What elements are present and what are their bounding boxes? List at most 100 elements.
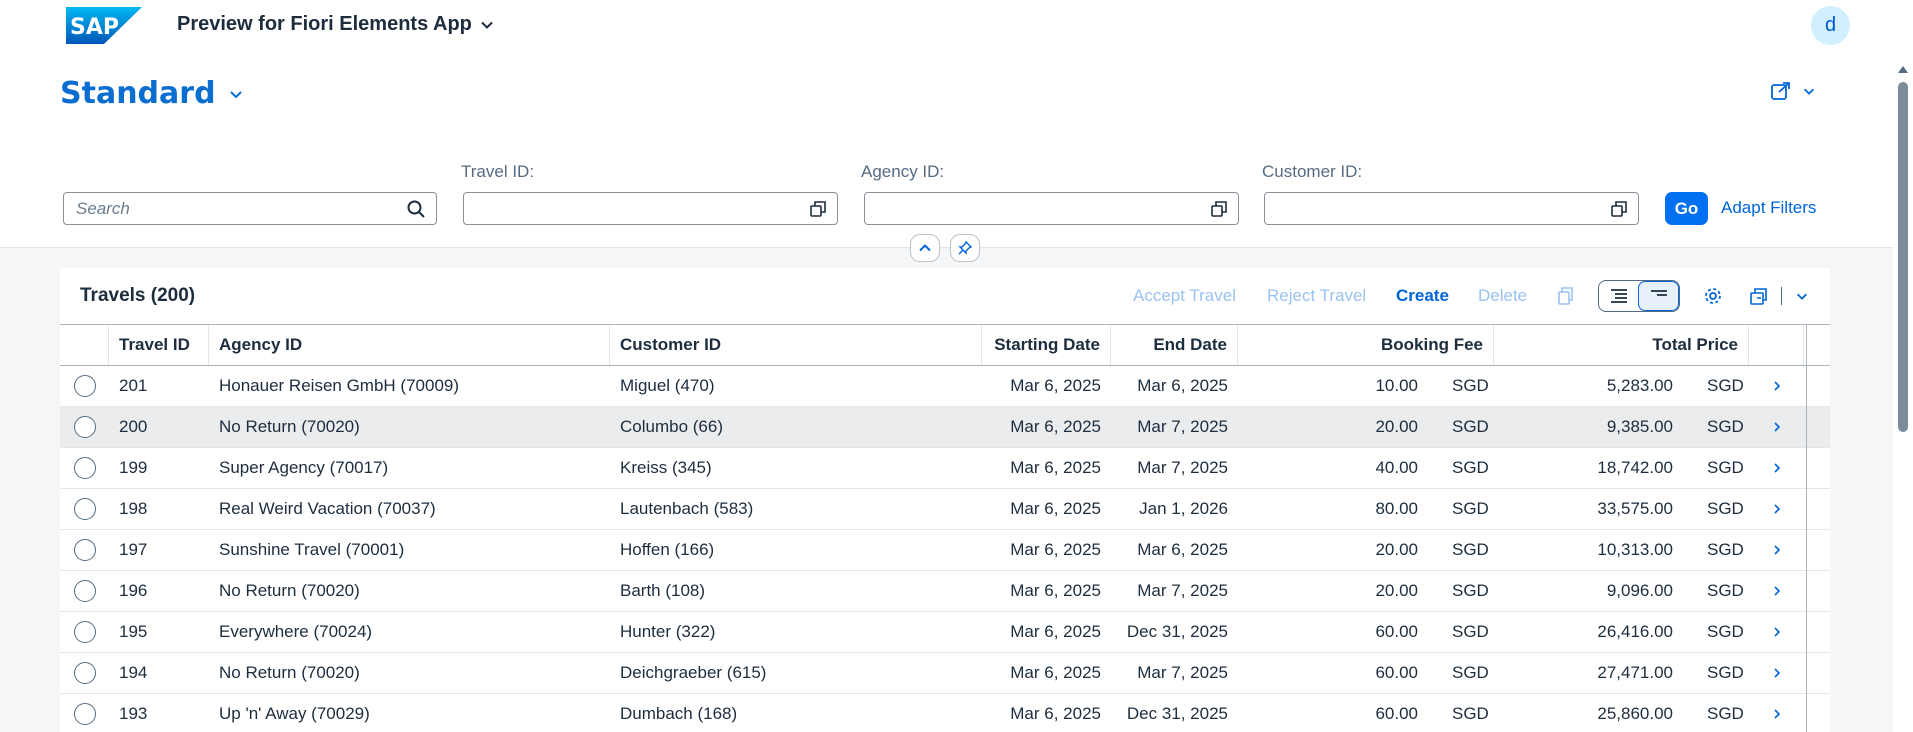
collapse-header-button[interactable] bbox=[910, 234, 940, 262]
row-selector bbox=[60, 407, 109, 447]
end-date-cell: Mar 7, 2025 bbox=[1137, 458, 1228, 477]
scrollbar-thumb[interactable] bbox=[1898, 82, 1908, 432]
table-settings-button[interactable] bbox=[1700, 281, 1726, 311]
column-header[interactable]: Total Price bbox=[1494, 325, 1749, 365]
page-scrollbar[interactable] bbox=[1893, 0, 1913, 732]
row-radio-button[interactable] bbox=[73, 621, 96, 643]
row-radio-button[interactable] bbox=[73, 498, 96, 520]
value-help-icon[interactable] bbox=[1610, 200, 1628, 218]
table-row[interactable]: 194 No Return (70020) Deichgraeber (615) Ma… bbox=[60, 653, 1830, 694]
table-row[interactable]: 200 No Return (70020) Columbo (66) Mar 6, 2… bbox=[60, 407, 1830, 448]
total-price-cell: 27,471.00 SGD bbox=[1494, 653, 1749, 693]
table-row[interactable]: 193 Up 'n' Away (70029) Dumbach (168) Mar 6… bbox=[60, 694, 1830, 732]
customer-id-cell: Hunter (322) bbox=[620, 622, 716, 641]
adapt-filters-button[interactable]: Adapt Filters bbox=[1721, 198, 1816, 218]
export-menu-button[interactable] bbox=[1792, 281, 1812, 311]
agency-id-cell: Super Agency (70017) bbox=[219, 458, 389, 477]
row-radio-button[interactable] bbox=[73, 539, 96, 561]
table-row[interactable]: 201 Honauer Reisen GmbH (70009) Miguel (47… bbox=[60, 366, 1830, 407]
column-header[interactable]: Travel ID bbox=[109, 325, 209, 365]
condensed-view-button[interactable] bbox=[1599, 281, 1638, 311]
booking-fee-cell: 60.00 SGD bbox=[1238, 612, 1494, 652]
starting-date-cell: Mar 6, 2025 bbox=[1010, 581, 1101, 600]
row-radio-button[interactable] bbox=[73, 703, 96, 725]
search-input[interactable] bbox=[76, 198, 406, 219]
customer-id-input[interactable] bbox=[1265, 193, 1610, 224]
row-navigation[interactable] bbox=[1749, 366, 1804, 406]
total-price-amount: 27,471.00 bbox=[1597, 663, 1673, 682]
customer-id-cell: Miguel (470) bbox=[620, 376, 715, 395]
column-header[interactable]: Agency ID bbox=[209, 325, 610, 365]
delete-button[interactable]: Delete bbox=[1478, 286, 1527, 306]
column-header[interactable]: Booking Fee bbox=[1238, 325, 1494, 365]
row-radio-button[interactable] bbox=[73, 662, 96, 684]
page-header: Standard Travel ID: Agency ID: Customer … bbox=[0, 50, 1893, 248]
table-row[interactable]: 199 Super Agency (70017) Kreiss (345) Mar 6… bbox=[60, 448, 1830, 489]
app-title-menu[interactable]: Preview for Fiori Elements App bbox=[177, 13, 494, 36]
travel-id-input[interactable] bbox=[464, 193, 809, 224]
customer-id-field[interactable] bbox=[1264, 192, 1639, 225]
expanded-view-button[interactable] bbox=[1638, 281, 1679, 311]
row-navigation[interactable] bbox=[1749, 407, 1804, 447]
table-row[interactable]: 197 Sunshine Travel (70001) Hoffen (166) Ma… bbox=[60, 530, 1830, 571]
reject-travel-button[interactable]: Reject Travel bbox=[1267, 286, 1366, 306]
end-date-cell: Mar 7, 2025 bbox=[1137, 581, 1228, 600]
go-button[interactable]: Go bbox=[1665, 192, 1708, 225]
booking-fee-currency: SGD bbox=[1452, 417, 1489, 436]
chevron-down-icon bbox=[1797, 293, 1807, 300]
row-navigation[interactable] bbox=[1749, 694, 1804, 732]
row-radio-button[interactable] bbox=[73, 457, 96, 479]
row-selector bbox=[60, 694, 109, 732]
table-row[interactable]: 195 Everywhere (70024) Hunter (322) Mar 6, … bbox=[60, 612, 1830, 653]
row-radio-button[interactable] bbox=[73, 375, 96, 397]
user-avatar[interactable]: d bbox=[1811, 6, 1850, 45]
travel-id-field[interactable] bbox=[463, 192, 838, 225]
column-header[interactable]: Starting Date bbox=[982, 325, 1111, 365]
row-radio-button[interactable] bbox=[73, 580, 96, 602]
total-price-amount: 5,283.00 bbox=[1606, 376, 1673, 395]
row-radio-button[interactable] bbox=[73, 416, 96, 438]
row-selector bbox=[60, 489, 109, 529]
end-date-cell: Mar 7, 2025 bbox=[1137, 663, 1228, 682]
total-price-cell: 5,283.00 SGD bbox=[1494, 366, 1749, 406]
row-navigation[interactable] bbox=[1749, 571, 1804, 611]
total-price-currency: SGD bbox=[1707, 581, 1744, 600]
row-navigation[interactable] bbox=[1749, 489, 1804, 529]
booking-fee-amount: 60.00 bbox=[1375, 704, 1418, 723]
total-price-currency: SGD bbox=[1707, 663, 1744, 682]
copy-button[interactable] bbox=[1552, 281, 1578, 311]
nav-arrow-icon bbox=[1773, 709, 1780, 719]
column-header[interactable]: End Date bbox=[1111, 325, 1238, 365]
row-navigation[interactable] bbox=[1749, 653, 1804, 693]
table-row[interactable]: 198 Real Weird Vacation (70037) Lautenbach… bbox=[60, 489, 1830, 530]
table-row[interactable]: 196 No Return (70020) Barth (108) Mar 6, 20… bbox=[60, 571, 1830, 612]
scroll-up-icon[interactable] bbox=[1898, 66, 1908, 73]
density-toggle bbox=[1598, 280, 1680, 312]
search-field[interactable] bbox=[63, 192, 437, 225]
agency-id-cell: Up 'n' Away (70029) bbox=[219, 704, 370, 723]
column-header[interactable]: Customer ID bbox=[610, 325, 982, 365]
agency-id-field[interactable] bbox=[864, 192, 1239, 225]
travel-id-label: Travel ID: bbox=[461, 162, 535, 181]
row-navigation[interactable] bbox=[1749, 530, 1804, 570]
sap-logo[interactable]: SAP bbox=[66, 7, 142, 44]
row-navigation[interactable] bbox=[1749, 612, 1804, 652]
booking-fee-amount: 20.00 bbox=[1375, 540, 1418, 559]
value-help-icon[interactable] bbox=[1210, 200, 1228, 218]
total-price-cell: 26,416.00 SGD bbox=[1494, 612, 1749, 652]
travel-id-cell: 200 bbox=[119, 417, 148, 436]
accept-travel-button[interactable]: Accept Travel bbox=[1133, 286, 1236, 306]
booking-fee-amount: 40.00 bbox=[1375, 458, 1418, 477]
share-menu[interactable] bbox=[1770, 80, 1816, 102]
pin-header-button[interactable] bbox=[950, 234, 980, 262]
agency-id-input[interactable] bbox=[865, 193, 1210, 224]
export-button[interactable] bbox=[1746, 281, 1772, 311]
shell-bar: SAP Preview for Fiori Elements App d bbox=[0, 0, 1893, 50]
row-selector bbox=[60, 448, 109, 488]
end-date-cell: Mar 7, 2025 bbox=[1137, 417, 1228, 436]
variant-selector[interactable]: Standard bbox=[60, 76, 244, 111]
search-icon[interactable] bbox=[406, 199, 426, 219]
row-navigation[interactable] bbox=[1749, 448, 1804, 488]
create-button[interactable]: Create bbox=[1396, 286, 1449, 306]
value-help-icon[interactable] bbox=[809, 200, 827, 218]
